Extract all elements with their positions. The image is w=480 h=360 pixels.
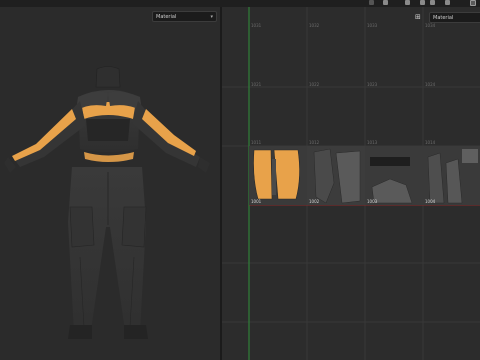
uv-editor[interactable]: ⊞ Material 1031 1032 1033 1034 1021 1022… (222, 7, 480, 360)
tile-label: 1023 (367, 82, 378, 87)
right-hand (198, 157, 210, 173)
tile-label: 1022 (309, 82, 320, 87)
tool-icon-4[interactable] (420, 0, 425, 5)
udim-label: 1003 (367, 199, 378, 204)
tile-label: 1014 (425, 140, 436, 145)
tool-icon-7[interactable] (470, 0, 476, 6)
tool-icon-3[interactable] (405, 0, 410, 5)
cargo-pants (68, 167, 146, 337)
tile-label: 1033 (367, 23, 378, 28)
udim-label: 1004 (425, 199, 436, 204)
tile-label: 1024 (425, 82, 436, 87)
left-cargo-pocket (69, 206, 95, 248)
udim-label: 1001 (251, 199, 262, 204)
uv-island-1004-c (462, 149, 478, 163)
tile-label: 1032 (309, 23, 320, 28)
3d-viewport[interactable]: Material ▾ (0, 7, 220, 360)
uv-island-1003-a (370, 157, 410, 166)
tool-icon-5[interactable] (430, 0, 435, 5)
uv-island-jacket-right (273, 149, 300, 200)
tool-icon-2[interactable] (383, 0, 388, 5)
tile-label: 1031 (251, 23, 262, 28)
tool-icon-6[interactable] (445, 0, 450, 5)
top-toolbar (0, 0, 480, 7)
tile-label: 1021 (251, 82, 262, 87)
right-boot (124, 325, 148, 339)
waist-accent (84, 152, 134, 162)
uv-island-jacket-left (253, 149, 273, 200)
right-cargo-pocket (121, 206, 147, 248)
tile-label: 1011 (251, 140, 262, 145)
uv-grid (222, 7, 480, 360)
jacket-collar (95, 66, 121, 88)
tile-label: 1013 (367, 140, 378, 145)
left-boot (68, 325, 92, 339)
udim-label: 1002 (309, 199, 320, 204)
tile-label: 1034 (425, 23, 436, 28)
outfit-model (4, 66, 210, 339)
tool-icon-1[interactable] (369, 0, 374, 5)
chest-panel (86, 119, 130, 141)
tile-label: 1012 (309, 140, 320, 145)
